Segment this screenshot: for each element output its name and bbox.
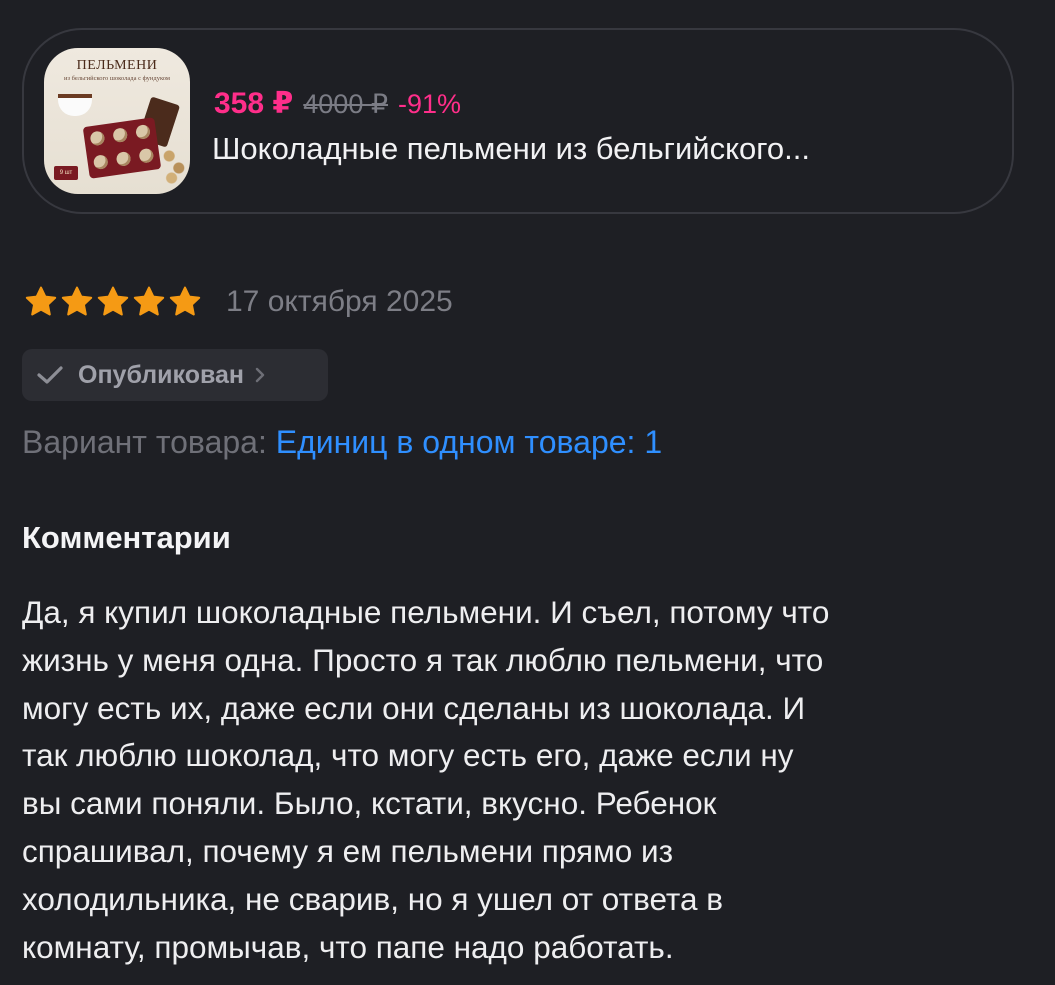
product-image-subtitle: из бельгийского шоколада с фундуком: [63, 75, 171, 82]
price-row: 358 ₽ 4000 ₽ -91%: [214, 86, 461, 121]
star-icon: [133, 286, 165, 316]
product-image-title: ПЕЛЬМЕНИ: [76, 58, 158, 73]
comments-heading: Комментарии: [22, 520, 231, 555]
variant-value[interactable]: Единиц в одном товаре: 1: [276, 424, 662, 460]
star-rating: [24, 285, 202, 319]
candy-box-decoration: [82, 117, 162, 179]
star-icon: [61, 286, 93, 316]
nuts-decoration: [162, 144, 186, 184]
product-card[interactable]: ПЕЛЬМЕНИ из бельгийского шоколада с фунд…: [22, 28, 1014, 214]
star-icon: [169, 286, 201, 316]
status-label: Опубликован: [78, 360, 245, 389]
product-variant: Вариант товара: Единиц в одном товаре: 1: [22, 424, 662, 461]
price-current: 358 ₽: [214, 87, 294, 120]
price-old: 4000 ₽: [303, 89, 389, 119]
chevron-right-icon: [255, 367, 265, 383]
variant-label: Вариант товара:: [22, 424, 267, 460]
price-discount: -91%: [398, 89, 462, 119]
cup-decoration: [58, 94, 92, 116]
review-date: 17 октября 2025: [226, 285, 453, 318]
star-icon: [97, 286, 129, 316]
product-image[interactable]: ПЕЛЬМЕНИ из бельгийского шоколада с фунд…: [44, 48, 190, 194]
product-image-tag: 9 шт: [54, 166, 78, 180]
star-icon: [25, 286, 57, 316]
status-badge[interactable]: Опубликован: [22, 349, 328, 401]
check-icon: [37, 366, 63, 384]
product-title[interactable]: Шоколадные пельмени из бельгийского...: [212, 131, 972, 167]
rating-row: 17 октября 2025: [24, 282, 453, 322]
comment-text: Да, я купил шоколадные пельмени. И съел,…: [22, 594, 830, 965]
